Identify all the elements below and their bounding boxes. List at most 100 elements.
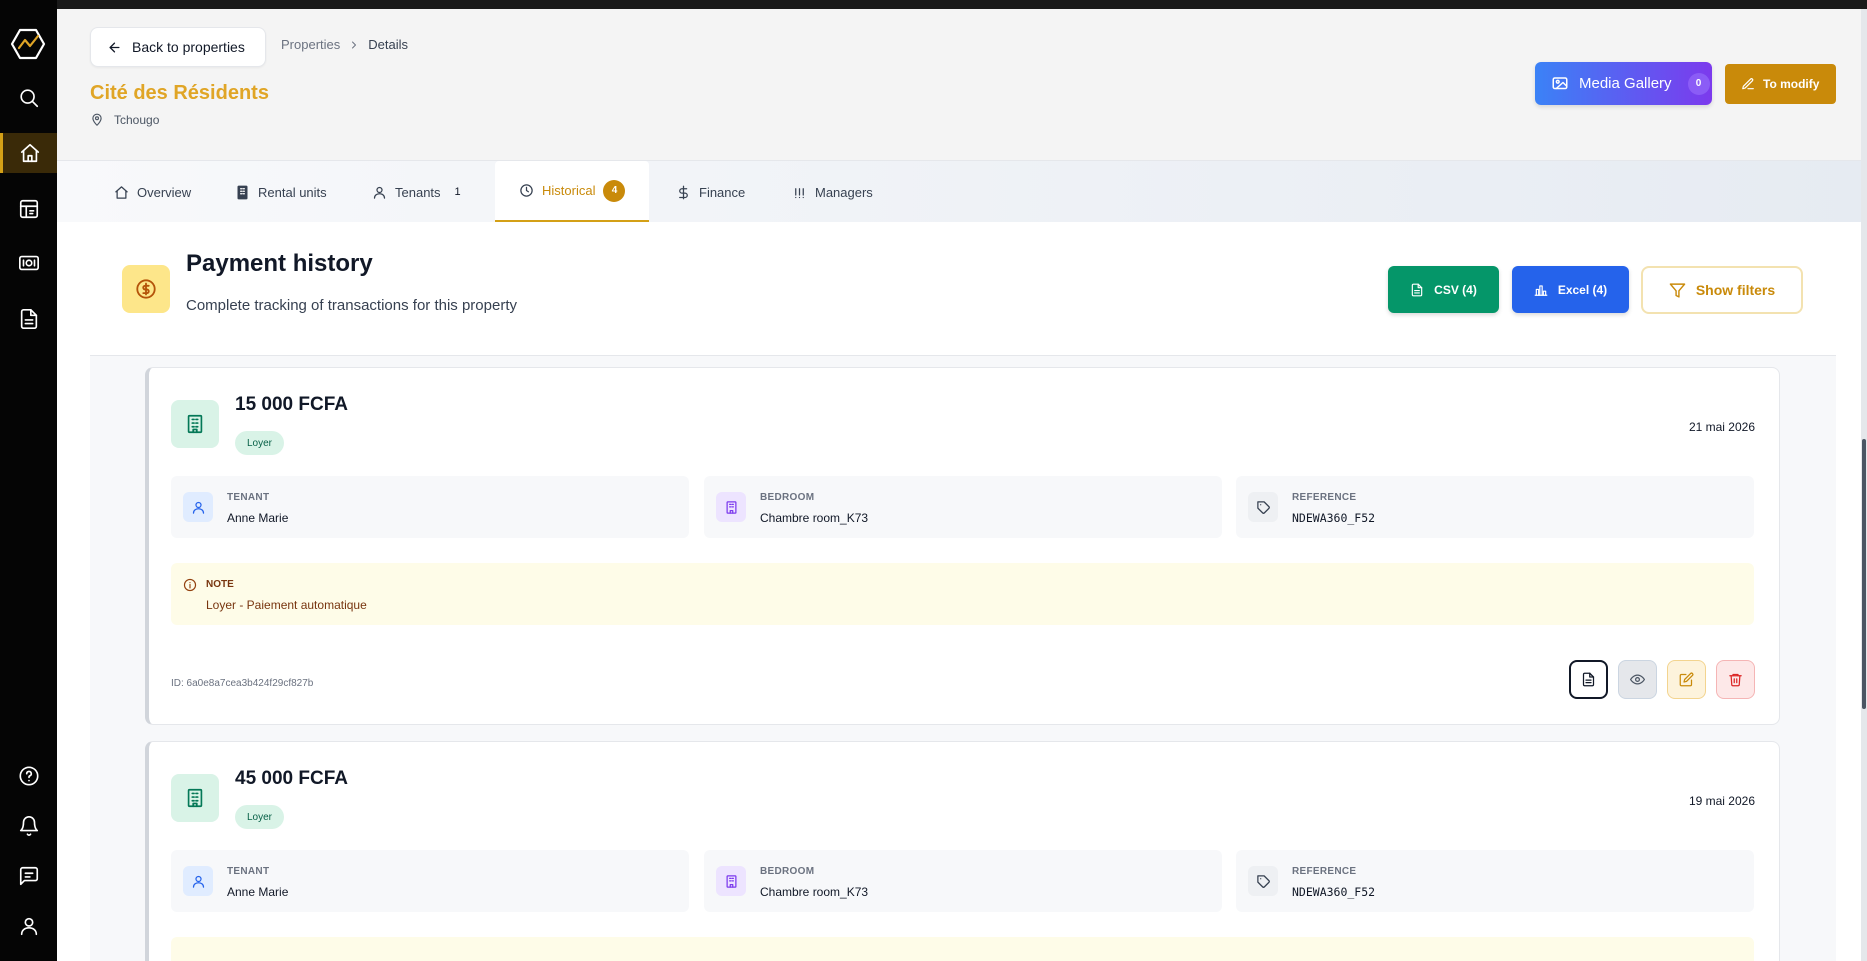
bedroom-name: Chambre room_K73 bbox=[760, 885, 869, 899]
bar-chart-icon bbox=[1534, 284, 1548, 296]
payment-date: 21 mai 2026 bbox=[1688, 420, 1755, 434]
breadcrumb-details: Details bbox=[368, 37, 408, 52]
reference-info: REFERENCE NDEWA360_F52 bbox=[1236, 476, 1754, 538]
scrollbar-thumb[interactable] bbox=[1862, 439, 1866, 709]
rail-user-icon[interactable] bbox=[0, 906, 57, 946]
payment-card: 15 000 FCFA Loyer 21 mai 2026 TENANT Ann… bbox=[145, 367, 1780, 725]
tab-label: Finance bbox=[699, 184, 746, 200]
payment-amount: 45 000 FCFA bbox=[235, 768, 348, 789]
page-title: Cité des Résidents bbox=[90, 82, 269, 104]
left-rail bbox=[0, 0, 57, 961]
payment-actions bbox=[1569, 660, 1755, 699]
tenant-name: Anne Marie bbox=[227, 885, 289, 899]
back-to-properties-button[interactable]: Back to properties bbox=[90, 27, 266, 67]
back-button-label: Back to properties bbox=[132, 39, 245, 55]
map-pin-icon bbox=[92, 113, 102, 126]
excel-label: Excel (4) bbox=[1557, 282, 1608, 297]
tab-finance[interactable]: Finance bbox=[676, 161, 745, 223]
trash-icon bbox=[1729, 673, 1742, 687]
chevron-right-icon bbox=[352, 41, 357, 48]
payment-note bbox=[171, 937, 1754, 961]
tenant-name: Anne Marie bbox=[227, 511, 289, 525]
reference-info: REFERENCE NDEWA360_F52 bbox=[1236, 850, 1754, 912]
rail-dashboard-icon[interactable] bbox=[0, 189, 57, 229]
eye-icon bbox=[1630, 674, 1645, 685]
csv-label: CSV (4) bbox=[1434, 282, 1477, 297]
tab-tenants[interactable]: Tenants 1 bbox=[372, 161, 461, 223]
delete-button[interactable] bbox=[1716, 660, 1755, 699]
export-csv-button[interactable]: CSV (4) bbox=[1388, 266, 1499, 313]
rail-search-icon[interactable] bbox=[0, 78, 57, 118]
breadcrumb-properties[interactable]: Properties bbox=[281, 37, 340, 52]
tab-label: Overview bbox=[137, 184, 192, 200]
app-logo-icon[interactable] bbox=[10, 26, 46, 62]
main-area: Back to properties Properties Details Ci… bbox=[57, 9, 1867, 961]
media-gallery-count-badge: 0 bbox=[1687, 72, 1710, 95]
payment-type-badge: Loyer bbox=[235, 805, 285, 829]
modify-button[interactable]: To modify bbox=[1725, 64, 1836, 104]
payment-card: 45 000 FCFA Loyer 19 mai 2026 TENANT Ann… bbox=[145, 741, 1780, 961]
payment-id: ID: 6a0e8a7cea3b424f29cf827b bbox=[171, 678, 314, 689]
note-text: Loyer - Paiement automatique bbox=[206, 598, 367, 612]
payment-note: NOTE Loyer - Paiement automatique bbox=[171, 563, 1754, 625]
media-gallery-button[interactable]: Media Gallery 0 bbox=[1535, 62, 1712, 105]
tab-label: Managers bbox=[815, 184, 873, 200]
rail-chat-icon[interactable] bbox=[0, 856, 57, 896]
show-filters-button[interactable]: Show filters bbox=[1641, 266, 1803, 314]
user-icon bbox=[183, 866, 213, 896]
property-tabs: Overview Rental units Tenants 1 Historic… bbox=[57, 160, 1867, 223]
tab-rental-units[interactable]: Rental units bbox=[235, 161, 327, 223]
building-icon bbox=[237, 185, 248, 199]
historical-count-badge: 4 bbox=[603, 179, 626, 202]
rail-payments-icon[interactable] bbox=[0, 243, 57, 283]
rail-help-icon[interactable] bbox=[0, 756, 57, 796]
tag-icon bbox=[1248, 866, 1278, 896]
edit-icon bbox=[1679, 672, 1694, 687]
images-icon bbox=[1552, 76, 1568, 89]
location-text: Tchougo bbox=[114, 113, 160, 127]
receipt-button[interactable] bbox=[1569, 660, 1608, 699]
tab-label: Rental units bbox=[258, 184, 327, 200]
edit-button[interactable] bbox=[1667, 660, 1706, 699]
file-icon bbox=[1582, 672, 1595, 687]
rail-bell-icon[interactable] bbox=[0, 806, 57, 846]
rail-home-icon[interactable] bbox=[0, 133, 57, 173]
reference-value: NDEWA360_F52 bbox=[1292, 511, 1376, 525]
export-excel-button[interactable]: Excel (4) bbox=[1512, 266, 1629, 313]
building-icon bbox=[171, 774, 219, 822]
tenant-label: TENANT bbox=[227, 492, 270, 503]
building-icon bbox=[171, 400, 219, 448]
user-icon bbox=[183, 492, 213, 522]
tab-managers[interactable]: Managers bbox=[792, 161, 873, 223]
dollar-circle-icon bbox=[122, 265, 170, 313]
modify-label: To modify bbox=[1763, 77, 1820, 91]
building-icon bbox=[716, 866, 746, 896]
tenant-info: TENANT Anne Marie bbox=[171, 850, 689, 912]
payment-list: 15 000 FCFA Loyer 21 mai 2026 TENANT Ann… bbox=[90, 355, 1836, 961]
reference-value: NDEWA360_F52 bbox=[1292, 885, 1376, 899]
bedroom-name: Chambre room_K73 bbox=[760, 511, 869, 525]
payment-type-badge: Loyer bbox=[235, 431, 285, 455]
bars-icon bbox=[795, 187, 804, 198]
reference-label: REFERENCE bbox=[1292, 492, 1357, 503]
view-button[interactable] bbox=[1618, 660, 1657, 699]
bedroom-info: BEDROOM Chambre room_K73 bbox=[704, 476, 1222, 538]
tenant-info: TENANT Anne Marie bbox=[171, 476, 689, 538]
breadcrumb: Properties Details bbox=[281, 37, 408, 52]
tab-label: Historical bbox=[542, 183, 596, 198]
media-gallery-label: Media Gallery bbox=[1579, 75, 1672, 92]
tab-historical[interactable]: Historical 4 bbox=[495, 161, 650, 223]
window-top-bar bbox=[0, 0, 1867, 9]
bedroom-label: BEDROOM bbox=[760, 492, 815, 503]
user-icon bbox=[373, 186, 386, 199]
tenants-count: 1 bbox=[454, 186, 461, 198]
tab-overview[interactable]: Overview bbox=[114, 161, 191, 223]
bedroom-label: BEDROOM bbox=[760, 866, 815, 877]
rail-documents-icon[interactable] bbox=[0, 299, 57, 339]
section-title: Payment history bbox=[186, 250, 373, 277]
payment-date: 19 mai 2026 bbox=[1688, 794, 1755, 808]
home-icon bbox=[115, 185, 128, 199]
file-icon bbox=[1411, 283, 1423, 296]
tab-label: Tenants bbox=[395, 184, 441, 200]
clock-icon bbox=[520, 184, 533, 197]
